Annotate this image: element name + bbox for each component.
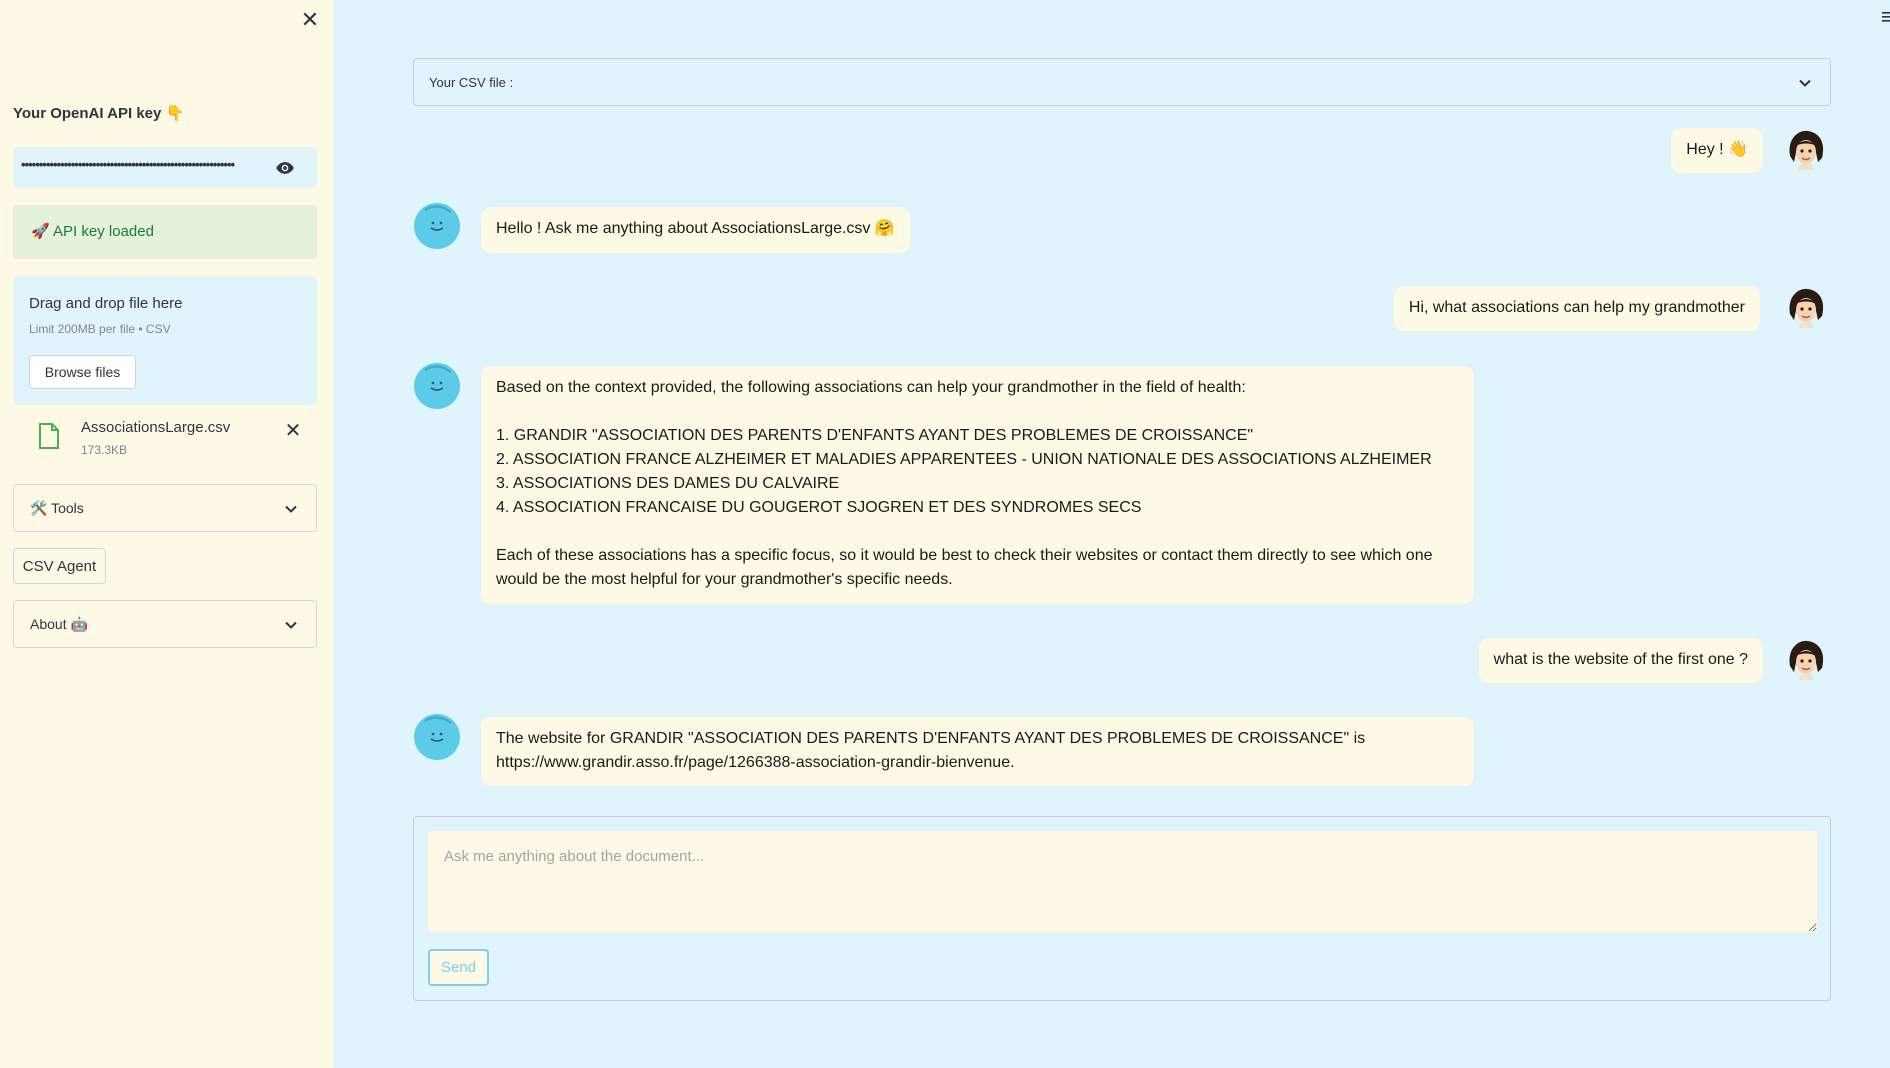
question-input[interactable] bbox=[428, 831, 1817, 932]
message-text: Hey ! 👋 bbox=[1686, 141, 1748, 158]
close-sidebar-icon[interactable]: ✕ bbox=[298, 8, 322, 32]
api-key-value: ••••••••••••••••••••••••••••••••••••••••… bbox=[21, 157, 235, 172]
csv-file-select-label: Your CSV file : bbox=[429, 75, 514, 90]
dropzone-limit: Limit 200MB per file • CSV bbox=[29, 322, 171, 336]
user-message: what is the website of the first one ? bbox=[1478, 638, 1763, 683]
about-expander[interactable]: About 🤖 bbox=[13, 600, 317, 648]
message-text: Based on the context provided, the follo… bbox=[496, 379, 1433, 588]
api-key-loaded-alert: 🚀 API key loaded bbox=[13, 205, 317, 259]
chat-input-form: Send bbox=[413, 816, 1831, 1001]
menu-icon[interactable] bbox=[1882, 10, 1890, 24]
user-avatar bbox=[1789, 288, 1824, 328]
chevron-down-icon bbox=[285, 505, 297, 513]
user-avatar bbox=[1789, 640, 1824, 680]
assistant-avatar bbox=[414, 203, 460, 249]
csv-agent-button[interactable]: CSV Agent bbox=[13, 548, 106, 584]
message-text: Hi, what associations can help my grandm… bbox=[1408, 299, 1745, 316]
browse-files-button[interactable]: Browse files bbox=[29, 355, 136, 389]
user-message: Hi, what associations can help my grandm… bbox=[1393, 286, 1760, 331]
message-text: Hello ! Ask me anything about Associatio… bbox=[496, 220, 895, 237]
eye-icon[interactable] bbox=[275, 158, 295, 178]
chevron-down-icon bbox=[1799, 79, 1811, 87]
about-expander-label: About 🤖 bbox=[30, 616, 88, 632]
file-icon bbox=[39, 423, 59, 449]
assistant-avatar bbox=[414, 363, 460, 409]
remove-file-icon[interactable]: ✕ bbox=[281, 418, 305, 443]
api-key-input[interactable]: ••••••••••••••••••••••••••••••••••••••••… bbox=[13, 147, 317, 188]
assistant-message: The website for GRANDIR "ASSOCIATION DES… bbox=[481, 717, 1474, 786]
csv-file-select[interactable]: Your CSV file : bbox=[413, 58, 1831, 106]
assistant-message: Based on the context provided, the follo… bbox=[481, 366, 1474, 604]
user-message: Hey ! 👋 bbox=[1671, 128, 1763, 173]
send-button[interactable]: Send bbox=[428, 949, 489, 986]
tools-expander[interactable]: 🛠️ Tools bbox=[13, 484, 317, 532]
sidebar: ✕ Your OpenAI API key 👇 ••••••••••••••••… bbox=[0, 0, 333, 1068]
chevron-down-icon bbox=[285, 621, 297, 629]
user-avatar bbox=[1789, 130, 1824, 170]
assistant-avatar bbox=[414, 714, 460, 760]
assistant-message: Hello ! Ask me anything about Associatio… bbox=[481, 207, 910, 253]
uploaded-file-row: AssociationsLarge.csv 173.3KB ✕ bbox=[13, 412, 317, 462]
tools-expander-label: 🛠️ Tools bbox=[30, 500, 84, 516]
uploaded-file-size: 173.3KB bbox=[81, 443, 128, 457]
api-key-label: Your OpenAI API key 👇 bbox=[13, 105, 185, 122]
file-dropzone[interactable]: Drag and drop file here Limit 200MB per … bbox=[13, 276, 317, 405]
uploaded-file-name: AssociationsLarge.csv bbox=[81, 419, 231, 436]
dropzone-title: Drag and drop file here bbox=[29, 295, 183, 312]
message-text: what is the website of the first one ? bbox=[1493, 651, 1748, 668]
message-text: The website for GRANDIR "ASSOCIATION DES… bbox=[496, 730, 1366, 771]
